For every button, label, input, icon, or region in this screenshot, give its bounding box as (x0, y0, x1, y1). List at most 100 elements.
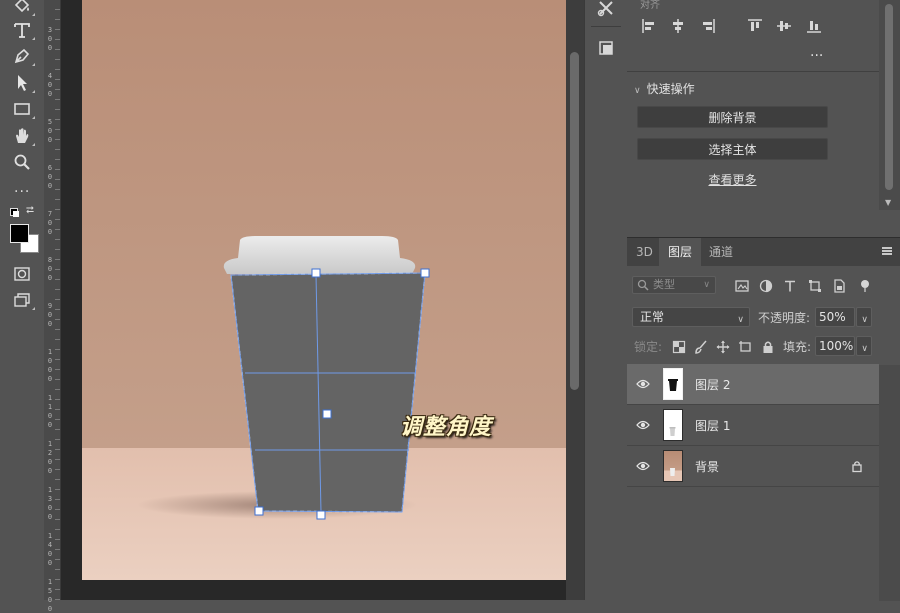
quick-mask-button[interactable] (8, 262, 36, 286)
filter-placeholder: 类型 (653, 278, 675, 291)
scrollbar-thumb[interactable] (570, 52, 579, 390)
ruler-label: 0 (47, 90, 53, 98)
ruler-label: 2 (47, 449, 53, 457)
quick-actions-header[interactable]: ∨ 快速操作 (634, 80, 695, 97)
ruler-label: 0 (47, 173, 53, 181)
panel-divider (627, 71, 879, 72)
document-canvas[interactable] (82, 0, 609, 580)
ruler-label: 0 (47, 467, 53, 475)
pen-icon (14, 48, 30, 64)
color-swatches[interactable]: ⮂ (8, 205, 40, 256)
transform-handle-bottom[interactable] (316, 510, 326, 520)
blend-mode-select[interactable]: 正常 ∨ (632, 307, 750, 327)
scroll-down-icon[interactable]: ▼ (885, 198, 891, 207)
align-left-button[interactable] (641, 18, 657, 34)
ruler-label: 1 (47, 532, 53, 540)
blend-mode-value: 正常 (640, 310, 665, 324)
canvas-image (82, 0, 609, 580)
align-top-button[interactable] (747, 18, 763, 34)
align-left-icon (642, 19, 654, 33)
quick-mask-icon (14, 267, 30, 281)
layer-filter-select[interactable]: 类型 ∨ (632, 276, 716, 294)
fill-dropdown[interactable]: ∨ (856, 336, 872, 356)
ruler-label: 0 (47, 550, 53, 558)
lock-all-button[interactable] (761, 339, 775, 353)
scrollbar-thumb[interactable] (885, 4, 893, 190)
layer-row-layer-2[interactable]: 图层 2 (627, 364, 879, 405)
zoom-icon (14, 154, 30, 170)
fill-value: 100% (819, 339, 854, 353)
foreground-color-swatch[interactable] (10, 224, 29, 243)
fill-label: 填充: (783, 340, 812, 354)
see-more-link[interactable]: 查看更多 (637, 171, 828, 188)
paint-bucket-tool[interactable] (8, 0, 36, 18)
align-bottom-icon (807, 21, 821, 33)
ruler-label: 3 (47, 495, 53, 503)
layer-row-layer-1[interactable]: 图层 1 (627, 405, 879, 446)
eye-icon[interactable] (636, 460, 650, 472)
screen-mode-button[interactable] (8, 288, 36, 312)
filter-toggle-button[interactable] (858, 278, 872, 292)
transform-handle-center[interactable] (322, 409, 332, 419)
filter-smart-object-button[interactable] (832, 278, 846, 293)
properties-scrollbar[interactable]: ▼ (879, 0, 900, 210)
canvas-vertical-scrollbar[interactable] (566, 0, 584, 600)
hand-tool[interactable] (8, 124, 36, 148)
type-icon (14, 23, 30, 38)
transform-handle-top-right[interactable] (420, 268, 430, 278)
ruler-label: 9 (47, 302, 53, 310)
lock-position-button[interactable] (716, 339, 730, 354)
more-tools-button[interactable]: ··· (14, 184, 30, 200)
zoom-tool[interactable] (8, 150, 36, 174)
ruler-label: 4 (47, 541, 53, 549)
fill-input[interactable]: 100% (815, 336, 855, 356)
path-selection-tool[interactable] (8, 71, 36, 95)
rectangle-tool[interactable] (8, 97, 36, 121)
pen-tool[interactable] (8, 44, 36, 68)
align-middle-v-button[interactable] (776, 18, 792, 34)
ruler-label: 0 (47, 182, 53, 190)
eye-icon[interactable] (636, 419, 650, 431)
panel-menu-icon[interactable] (882, 247, 892, 255)
select-subject-button[interactable]: 选择主体 (637, 138, 828, 160)
type-tool[interactable] (8, 18, 36, 42)
eye-icon[interactable] (636, 378, 650, 390)
transform-handle-top[interactable] (311, 268, 321, 278)
swap-colors-icon[interactable]: ⮂ (26, 205, 34, 216)
tools-panel: ··· ⮂ (0, 0, 45, 600)
filter-pixel-button[interactable] (735, 278, 749, 292)
opacity-input[interactable]: 50% (815, 307, 855, 327)
opacity-dropdown[interactable]: ∨ (856, 307, 872, 327)
tab-3d[interactable]: 3D (627, 238, 662, 266)
lock-transparent-button[interactable] (672, 339, 686, 354)
tab-channels[interactable]: 通道 (700, 238, 742, 266)
libraries-button[interactable] (594, 36, 618, 60)
transform-handle-bottom-left[interactable] (254, 506, 264, 516)
remove-background-button[interactable]: 删除背景 (637, 106, 828, 128)
filter-adjustment-button[interactable] (759, 278, 773, 293)
lock-artboard-button[interactable] (738, 339, 752, 353)
ruler-label: 1 (47, 578, 53, 586)
lock-icon[interactable] (850, 459, 864, 473)
layer-thumbnail (663, 368, 683, 400)
brush-icon (695, 340, 707, 354)
ruler-label: 6 (47, 164, 53, 172)
more-options-button[interactable]: ··· (810, 48, 823, 64)
filter-type-button[interactable] (783, 278, 797, 292)
align-center-h-button[interactable] (670, 18, 686, 34)
layers-scrollbar[interactable] (879, 365, 900, 601)
search-icon (637, 279, 649, 291)
tool-presets-button[interactable] (594, 0, 618, 20)
shape-icon (809, 280, 821, 292)
align-middle-v-icon (777, 21, 791, 31)
chevron-down-icon: ∨ (861, 315, 868, 325)
opacity-value: 50% (819, 310, 846, 324)
tab-layers[interactable]: 图层 (659, 238, 702, 266)
filter-shape-button[interactable] (808, 278, 822, 292)
lock-pixels-button[interactable] (694, 339, 708, 354)
align-bottom-button[interactable] (806, 18, 822, 34)
ruler-label: 0 (47, 504, 53, 512)
align-right-button[interactable] (700, 18, 716, 34)
layer-row-background[interactable]: 背景 (627, 446, 879, 487)
opacity-label: 不透明度: (758, 311, 811, 325)
